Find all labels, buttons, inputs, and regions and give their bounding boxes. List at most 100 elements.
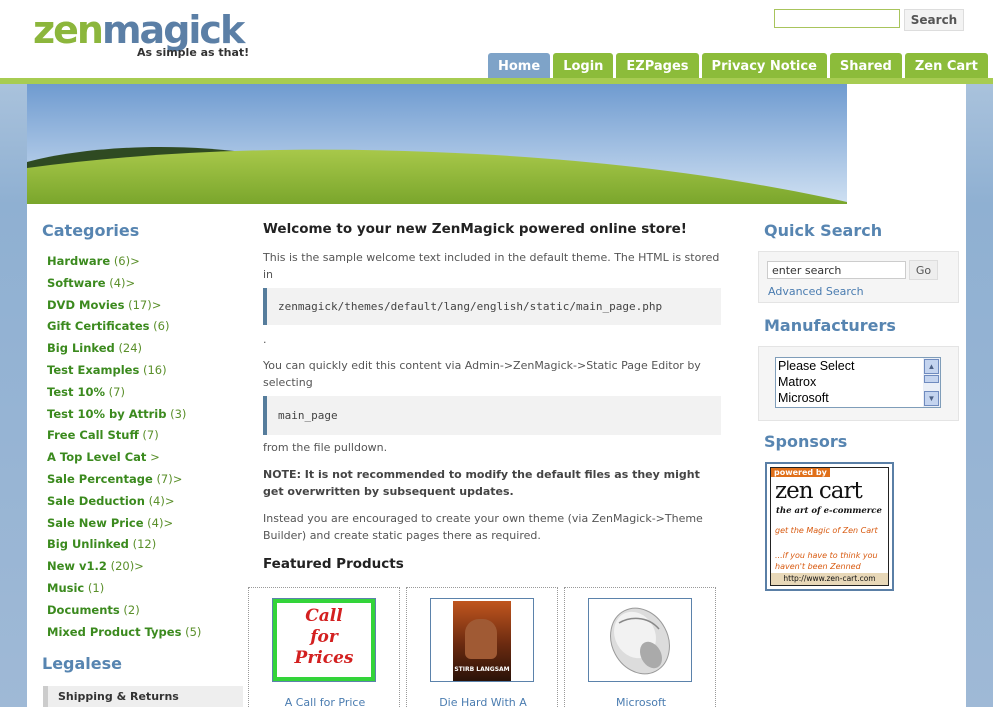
category-item[interactable]: A Top Level Cat > bbox=[47, 450, 201, 472]
site-logo[interactable]: zenmagick As simple as that! bbox=[33, 8, 249, 59]
featured-product-card[interactable]: Microsoft bbox=[564, 587, 716, 707]
nav-tab-ezpages[interactable]: EZPages bbox=[616, 53, 699, 79]
category-item[interactable]: New v1.2 (20)> bbox=[47, 559, 201, 581]
category-name[interactable]: Music bbox=[47, 581, 84, 595]
category-count: (3) bbox=[170, 406, 187, 421]
manufacturer-option[interactable]: Please Select bbox=[776, 358, 940, 374]
category-count: (17)> bbox=[128, 297, 162, 312]
product-image-text: STIRB LANGSAM bbox=[454, 666, 510, 673]
category-item[interactable]: Hardware (6)> bbox=[47, 254, 201, 276]
category-item[interactable]: Big Linked (24) bbox=[47, 341, 201, 363]
ad-url: http://www.zen-cart.com bbox=[771, 573, 888, 585]
nav-tab-home[interactable]: Home bbox=[488, 53, 551, 79]
welcome-paragraph-2: You can quickly edit this content via Ad… bbox=[263, 359, 701, 389]
category-item[interactable]: Documents (2) bbox=[47, 603, 201, 625]
category-name[interactable]: New v1.2 bbox=[47, 559, 107, 573]
nav-tab-login[interactable]: Login bbox=[553, 53, 614, 79]
category-name[interactable]: A Top Level Cat bbox=[47, 450, 146, 464]
manufacturer-option[interactable]: Matrox bbox=[776, 374, 940, 390]
site-header: zenmagick As simple as that! Search Home… bbox=[0, 0, 993, 84]
manufacturer-option[interactable]: Microsoft bbox=[776, 390, 940, 406]
scroll-down-arrow-icon[interactable]: ▼ bbox=[924, 391, 939, 406]
category-name[interactable]: Gift Certificates bbox=[47, 319, 149, 333]
product-name-link[interactable]: Die Hard With A bbox=[407, 696, 559, 707]
category-count: (16) bbox=[142, 362, 167, 377]
welcome-paragraph-4: Instead you are encouraged to create you… bbox=[263, 512, 703, 542]
code-block-path: zenmagick/themes/default/lang/english/st… bbox=[263, 288, 721, 325]
category-name[interactable]: DVD Movies bbox=[47, 298, 124, 312]
category-name[interactable]: Software bbox=[47, 276, 106, 290]
category-item[interactable]: Test 10% (7) bbox=[47, 385, 201, 407]
category-name[interactable]: Hardware bbox=[47, 254, 110, 268]
product-image[interactable]: Call for Prices bbox=[272, 598, 376, 682]
manufacturers-scrollbar[interactable]: ▲ ▼ bbox=[923, 358, 940, 407]
manufacturers-select[interactable]: Please Select Matrox Microsoft ▲ ▼ bbox=[775, 357, 941, 408]
advanced-search-link[interactable]: Advanced Search bbox=[768, 285, 864, 298]
featured-product-card[interactable]: Call for Prices A Call for Price bbox=[248, 587, 400, 707]
category-count: (4)> bbox=[109, 275, 136, 290]
category-name[interactable]: Big Unlinked bbox=[47, 537, 129, 551]
category-item[interactable]: Big Unlinked (12) bbox=[47, 537, 201, 559]
category-name[interactable]: Documents bbox=[47, 603, 120, 617]
category-item[interactable]: Sale Percentage (7)> bbox=[47, 472, 201, 494]
page-side-left bbox=[0, 84, 27, 707]
category-count: (24) bbox=[118, 341, 143, 356]
category-item[interactable]: Free Call Stuff (7) bbox=[47, 428, 201, 450]
logo-tagline: As simple as that! bbox=[137, 46, 250, 59]
product-image[interactable]: STIRB LANGSAM bbox=[430, 598, 534, 682]
category-item[interactable]: Mixed Product Types (5) bbox=[47, 625, 201, 647]
scroll-thumb[interactable] bbox=[924, 375, 939, 383]
nav-tab-shared[interactable]: Shared bbox=[829, 53, 902, 79]
category-item[interactable]: Test 10% by Attrib (3) bbox=[47, 407, 201, 429]
product-image-text: for bbox=[310, 627, 338, 647]
category-item[interactable]: Sale New Price (4)> bbox=[47, 516, 201, 538]
category-name[interactable]: Big Linked bbox=[47, 341, 115, 355]
category-name[interactable]: Sale Deduction bbox=[47, 494, 145, 508]
legalese-item-shipping-returns[interactable]: Shipping & Returns bbox=[43, 686, 243, 707]
quick-search-go-button[interactable]: Go bbox=[909, 260, 938, 280]
quick-search-input[interactable] bbox=[767, 261, 906, 279]
sponsor-banner[interactable]: powered by zen cart the art of e-commerc… bbox=[765, 462, 894, 591]
category-name[interactable]: Sale New Price bbox=[47, 516, 144, 530]
category-count: (20)> bbox=[110, 559, 144, 574]
scroll-up-arrow-icon[interactable]: ▲ bbox=[924, 359, 939, 374]
category-item[interactable]: Test Examples (16) bbox=[47, 363, 201, 385]
category-name[interactable]: Test Examples bbox=[47, 363, 139, 377]
category-item[interactable]: Sale Deduction (4)> bbox=[47, 494, 201, 516]
category-name[interactable]: Sale Percentage bbox=[47, 472, 153, 486]
zen-cart-ad: powered by zen cart the art of e-commerc… bbox=[770, 467, 889, 586]
category-count: (6)> bbox=[113, 254, 140, 268]
category-count: (7) bbox=[108, 384, 125, 399]
nav-tab-privacy-notice[interactable]: Privacy Notice bbox=[701, 53, 827, 79]
category-count: (4)> bbox=[147, 515, 174, 530]
featured-product-card[interactable]: STIRB LANGSAM Die Hard With A bbox=[406, 587, 558, 707]
category-name[interactable]: Test 10% bbox=[47, 385, 105, 399]
welcome-note: NOTE: It is not recommended to modify th… bbox=[263, 468, 700, 498]
header-search-button[interactable]: Search bbox=[904, 9, 964, 31]
header-banner-image bbox=[27, 84, 847, 204]
product-image[interactable] bbox=[588, 598, 692, 682]
logo-zen: zen bbox=[33, 8, 104, 52]
categories-list: Hardware (6)> Software (4)> DVD Movies (… bbox=[47, 254, 201, 646]
category-item[interactable]: Music (1) bbox=[47, 581, 201, 603]
manufacturers-box: Please Select Matrox Microsoft ▲ ▼ bbox=[758, 346, 959, 421]
code-block-page: main_page bbox=[263, 396, 721, 435]
product-name-link[interactable]: A Call for Price bbox=[249, 696, 401, 707]
category-name[interactable]: Free Call Stuff bbox=[47, 428, 139, 442]
sponsors-title: Sponsors bbox=[764, 432, 848, 451]
welcome-paragraph-3: from the file pulldown. bbox=[263, 441, 388, 454]
ad-brand: zen cart bbox=[775, 478, 863, 504]
category-name[interactable]: Test 10% by Attrib bbox=[47, 407, 166, 421]
product-name-link[interactable]: Microsoft bbox=[565, 696, 717, 707]
category-item[interactable]: Gift Certificates (6) bbox=[47, 319, 201, 341]
nav-tab-zen-cart[interactable]: Zen Cart bbox=[904, 53, 988, 79]
category-name[interactable]: Mixed Product Types bbox=[47, 625, 181, 639]
manufacturers-title: Manufacturers bbox=[764, 316, 896, 335]
left-sidebar: Categories Hardware (6)> Software (4)> D… bbox=[27, 204, 245, 707]
category-item[interactable]: DVD Movies (17)> bbox=[47, 298, 201, 320]
category-item[interactable]: Software (4)> bbox=[47, 276, 201, 298]
banner-right-fill bbox=[847, 84, 966, 204]
ad-subtitle: the art of e-commerce bbox=[776, 506, 882, 516]
category-count: (4)> bbox=[148, 493, 175, 508]
header-search-input[interactable] bbox=[774, 9, 900, 28]
